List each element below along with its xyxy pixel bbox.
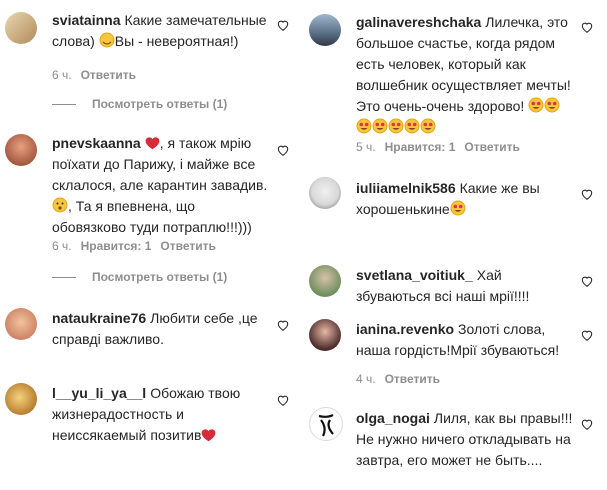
like-heart-icon[interactable] [276,18,290,32]
reply-button[interactable]: Ответить [464,140,519,154]
comment-meta: 6 ч. Ответить [52,68,145,82]
like-heart-icon[interactable] [580,187,594,201]
username-link[interactable]: olga_nogai [356,410,430,426]
likes-count[interactable]: Нравится: 1 [81,239,152,253]
like-heart-icon[interactable] [276,393,290,407]
star-struck-emoji-icon [420,118,436,134]
username-link[interactable]: ianina.revenko [356,321,454,337]
divider-line [52,104,76,106]
comment-text: svetlana_voitiuk_ Хай збуваються всі наші… [356,267,530,304]
username-link[interactable]: galinavereshchaka [356,14,481,30]
like-heart-icon[interactable] [276,143,290,157]
username-link[interactable]: nataukraine76 [52,310,146,326]
view-replies-button[interactable]: Посмотреть ответы (1) [52,97,227,111]
timestamp: 4 ч. [356,372,376,386]
star-struck-emoji-icon [388,118,404,134]
avatar[interactable] [5,383,37,415]
star-struck-emoji-icon [404,118,420,134]
avatar[interactable] [5,134,37,166]
timestamp: 5 ч. [356,140,376,154]
comment-text: iuliiamelnik586 Какие же вы хорошенькине [356,180,544,217]
comment-text: l__yu_li_ya__l Обожаю твою жизнерадостнос… [52,385,245,443]
comment-text: galinavereshchaka Лилечка, это большое сч… [356,12,576,138]
like-heart-icon[interactable] [580,274,594,288]
username-link[interactable]: iuliiamelnik586 [356,180,456,196]
avatar[interactable] [309,177,341,209]
avatar[interactable] [5,12,37,44]
comment-text: sviatainna Какие замечательные слова) Вы … [52,12,271,49]
comment-text: nataukraine76 Любити себе ,це справді важ… [52,310,262,347]
comment-meta: 4 ч. Ответить [356,372,449,386]
timestamp: 6 ч. [52,68,72,82]
reply-button[interactable]: Ответить [160,239,215,253]
view-replies-button[interactable]: Посмотреть ответы (1) [52,270,227,284]
avatar[interactable] [309,407,343,441]
red-heart-emoji-icon [202,429,216,442]
comment-text: olga_nogai Лиля, как вы правы!!! Не нужно… [356,410,577,468]
avatar[interactable] [309,319,341,351]
likes-count[interactable]: Нравится: 1 [385,140,456,154]
hugging-face-emoji-icon [99,32,115,48]
reply-button[interactable]: Ответить [385,372,440,386]
comment-text: ianina.revenko Золоті слова, наша гордіст… [356,321,560,358]
username-link[interactable]: pnevskaanna [52,135,141,151]
hushed-face-emoji-icon [52,197,68,213]
like-heart-icon[interactable] [580,20,594,34]
silhouette-logo-icon [318,413,334,437]
like-heart-icon[interactable] [276,318,290,332]
reply-button[interactable]: Ответить [81,68,136,82]
timestamp: 6 ч. [52,239,72,253]
star-struck-emoji-icon [372,118,388,134]
avatar[interactable] [309,265,341,297]
comment-text: pnevskaanna, я також мрію поїхати до Пар… [52,135,268,235]
avatar[interactable] [5,308,37,340]
like-heart-icon[interactable] [580,417,594,431]
username-link[interactable]: l__yu_li_ya__l [52,385,146,401]
like-heart-icon[interactable] [580,328,594,342]
username-link[interactable]: sviatainna [52,12,120,28]
comment-meta: 6 ч. Нравится: 1 Ответить [52,239,225,253]
avatar[interactable] [309,14,341,46]
divider-line [52,277,76,279]
star-struck-emoji-icon [528,97,544,113]
red-heart-emoji-icon [145,137,160,150]
star-struck-emoji-icon [450,200,466,216]
comment-meta: 5 ч. Нравится: 1 Ответить [356,140,529,154]
username-link[interactable]: svetlana_voitiuk_ [356,267,473,283]
star-struck-emoji-icon [356,118,372,134]
star-struck-emoji-icon [544,97,560,113]
